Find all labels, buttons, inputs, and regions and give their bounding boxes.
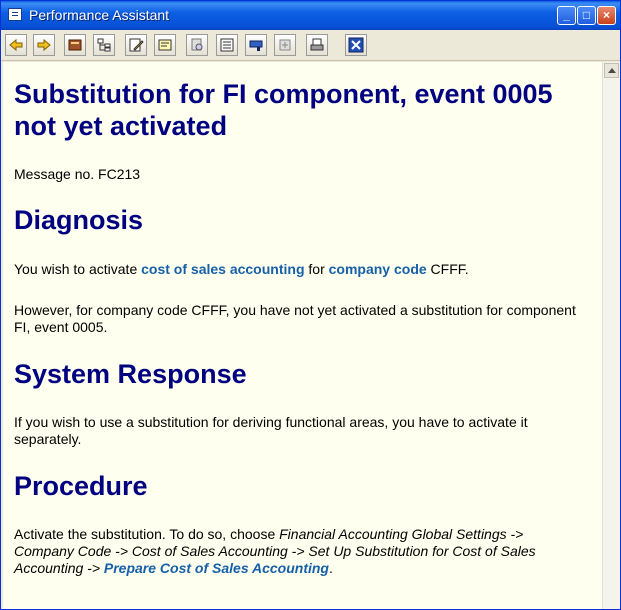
minimize-button[interactable]: _ xyxy=(557,6,576,25)
toolbar xyxy=(1,30,620,88)
prepare-cost-of-sales-link[interactable]: Prepare Cost of Sales Accounting xyxy=(104,560,329,576)
hint-icon xyxy=(158,39,172,51)
document-button[interactable] xyxy=(216,34,238,56)
title-bar[interactable]: Performance Assistant _ □ × xyxy=(1,1,620,30)
document-icon xyxy=(220,38,234,52)
vertical-scrollbar[interactable] xyxy=(602,62,620,609)
window-icon xyxy=(8,8,22,21)
system-response-paragraph: If you wish to use a substitution for de… xyxy=(14,414,528,447)
message-content: Substitution for FI component, event 000… xyxy=(3,62,602,609)
settings-button[interactable] xyxy=(274,34,296,56)
close-icon xyxy=(348,37,364,53)
diagnosis-paragraph-2: However, for company code CFFF, you have… xyxy=(14,302,576,335)
bookmark-button[interactable] xyxy=(64,34,86,56)
back-icon xyxy=(9,38,23,52)
system-response-heading: System Response xyxy=(14,359,247,389)
forward-button[interactable] xyxy=(33,34,55,56)
procedure-paragraph: Activate the substitution. To do so, cho… xyxy=(14,526,536,576)
printer-icon xyxy=(310,38,324,51)
print-preview-button[interactable] xyxy=(186,34,208,56)
edit-button[interactable] xyxy=(125,34,147,56)
procedure-heading: Procedure xyxy=(14,471,148,501)
back-button[interactable] xyxy=(5,34,27,56)
book-icon xyxy=(68,39,82,51)
scroll-up-button[interactable] xyxy=(604,63,619,78)
message-title: Substitution for FI component, event 000… xyxy=(14,79,553,141)
structure-icon xyxy=(97,38,111,52)
forward-icon xyxy=(37,38,51,52)
maximize-button[interactable]: □ xyxy=(577,6,596,25)
close-button[interactable] xyxy=(345,34,367,56)
hint-button[interactable] xyxy=(154,34,176,56)
diagnosis-paragraph-1: You wish to activate cost of sales accou… xyxy=(14,261,469,277)
flag-icon xyxy=(249,40,263,51)
structure-button[interactable] xyxy=(93,34,115,56)
diagnosis-heading: Diagnosis xyxy=(14,205,144,235)
close-window-button[interactable]: × xyxy=(597,6,616,25)
company-code-link[interactable]: company code xyxy=(329,261,427,277)
cost-of-sales-accounting-link[interactable]: cost of sales accounting xyxy=(141,261,304,277)
edit-icon xyxy=(129,38,144,52)
performance-assistant-window: Performance Assistant _ □ × Substitution… xyxy=(0,0,621,610)
print-preview-icon xyxy=(191,38,203,51)
print-button[interactable] xyxy=(306,34,328,56)
window-title: Performance Assistant xyxy=(29,7,170,23)
settings-icon xyxy=(279,39,291,51)
flag-button[interactable] xyxy=(245,34,267,56)
message-number: Message no. FC213 xyxy=(14,166,141,182)
